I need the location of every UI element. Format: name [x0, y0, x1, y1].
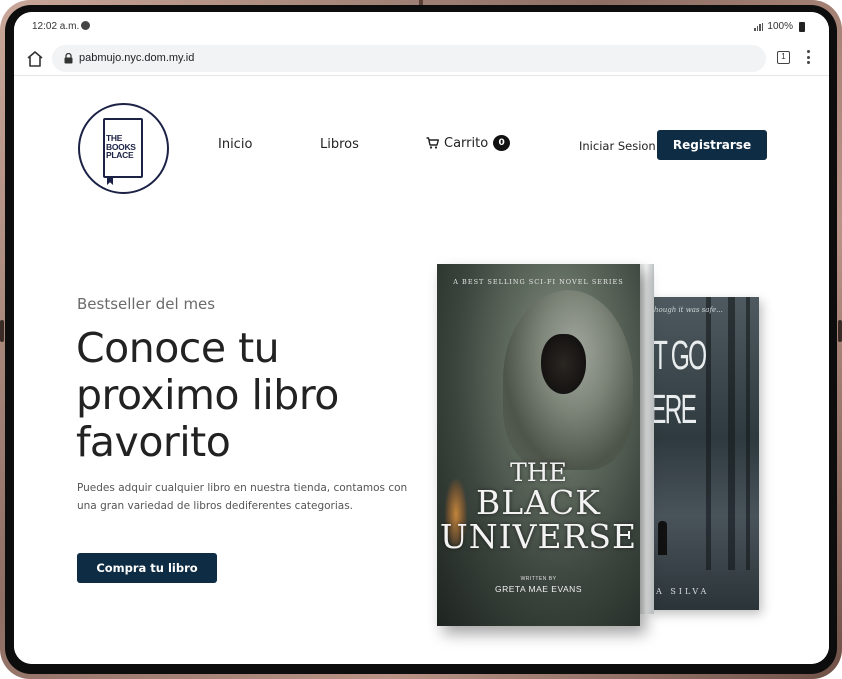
- notification-icon: [81, 21, 90, 30]
- book-cover-back: hough it was safe... 'T GO ERE A SILVA: [648, 297, 759, 610]
- device-frame: 12:02 a.m. 100% pabmujo.nyc.dom.my.id 1: [0, 0, 842, 679]
- back-book-title-line: ERE: [650, 386, 697, 432]
- hero-description: Puedes adquir cualquier libro en nuestra…: [77, 482, 408, 512]
- status-time: 12:02 a.m.: [32, 21, 80, 32]
- signal-icon: [754, 22, 764, 31]
- front-book-written-by: WRITTEN BY: [520, 576, 557, 582]
- back-book-author: A SILVA: [656, 587, 710, 596]
- back-book-title: 'T GO ERE: [650, 328, 746, 436]
- back-book-title-line: 'T GO: [650, 332, 707, 378]
- book-spine: [640, 264, 654, 614]
- lock-icon: [64, 53, 73, 64]
- login-link[interactable]: Iniciar Sesion: [579, 139, 656, 153]
- screen: 12:02 a.m. 100% pabmujo.nyc.dom.my.id 1: [14, 12, 829, 664]
- hooded-face: [541, 334, 586, 394]
- front-book-author: GRETA MAE EVANS: [494, 584, 582, 594]
- hero-eyebrow: Bestseller del mes: [77, 295, 216, 313]
- tree-silhouette: [746, 297, 750, 570]
- front-book-tagline: A BEST SELLING SCI-FI NOVEL SERIES: [453, 278, 624, 286]
- device-side-button: [838, 320, 842, 342]
- website: THE BOOKS PLACE Inicio Libros Carrito 0: [14, 76, 829, 664]
- home-icon[interactable]: [26, 50, 44, 68]
- buy-book-button[interactable]: Compra tu libro: [77, 553, 217, 583]
- tab-switcher-icon[interactable]: 1: [777, 51, 790, 64]
- logo-ribbon-icon: [107, 176, 113, 185]
- nav-libros[interactable]: Libros: [320, 137, 359, 152]
- cart-count-badge: 0: [493, 135, 511, 151]
- back-book-tagline: hough it was safe...: [654, 306, 723, 314]
- book-cover-front: A BEST SELLING SCI-FI NOVEL SERIES THE B…: [437, 264, 640, 626]
- cart-icon: [426, 137, 439, 149]
- nav-carrito[interactable]: Carrito 0: [426, 135, 511, 151]
- hero-title: Conoce tu proximo libro favorito: [76, 324, 339, 466]
- logo-line: PLACE: [106, 150, 134, 160]
- register-button[interactable]: Registrarse: [657, 130, 767, 160]
- person-silhouette: [658, 521, 667, 555]
- logo[interactable]: THE BOOKS PLACE: [78, 103, 169, 194]
- status-bar: 12:02 a.m. 100%: [14, 12, 829, 42]
- more-menu-icon[interactable]: [807, 50, 811, 66]
- cart-label: Carrito: [444, 135, 489, 151]
- front-book-title-line: UNIVERSE: [439, 517, 638, 556]
- device-side-button: [0, 320, 4, 342]
- nav-inicio[interactable]: Inicio: [218, 137, 252, 152]
- logo-text: THE BOOKS PLACE: [106, 134, 144, 160]
- battery-percent: 100%: [767, 21, 793, 32]
- url-text: pabmujo.nyc.dom.my.id: [79, 52, 195, 64]
- front-book-title-line: BLACK: [476, 483, 601, 522]
- front-book-title: THE BLACK UNIVERSE: [437, 460, 640, 554]
- battery-icon: [799, 21, 805, 32]
- browser-toolbar: pabmujo.nyc.dom.my.id 1: [14, 42, 829, 76]
- address-bar[interactable]: pabmujo.nyc.dom.my.id: [52, 45, 766, 72]
- logo-book-icon: THE BOOKS PLACE: [103, 118, 144, 185]
- status-right: 100%: [754, 21, 805, 32]
